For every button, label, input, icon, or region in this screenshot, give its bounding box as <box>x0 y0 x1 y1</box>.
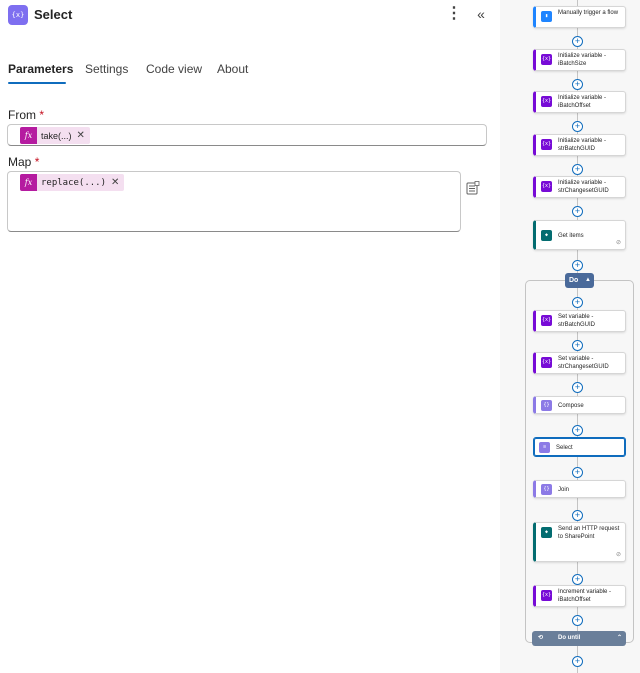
add-step-icon[interactable]: + <box>572 79 583 90</box>
add-step-icon[interactable]: + <box>572 382 583 393</box>
do-label: Do <box>569 277 579 284</box>
chevron-up-icon[interactable]: ⌃ <box>617 631 622 646</box>
from-label: From * <box>8 108 44 122</box>
flow-step-card[interactable]: ▮ Manually trigger a flow <box>533 6 626 28</box>
add-step-icon[interactable]: + <box>572 615 583 626</box>
flow-step-card[interactable]: {x} Initialize variable - strBatchGUID <box>533 134 626 156</box>
flow-step-card[interactable]: ◆ Get items ⊘ <box>533 220 626 250</box>
flow-step-card[interactable]: ◆ Send an HTTP request to SharePoint ⊘ <box>533 522 626 562</box>
flow-step-title: Initialize variable - iBatchSize <box>558 53 607 67</box>
link-icon: ⊘ <box>615 240 621 246</box>
tab-parameters[interactable]: Parameters <box>8 62 73 76</box>
action-properties-panel: {x} Select ⋮ « Parameters Settings Code … <box>0 0 500 673</box>
from-input[interactable]: fx take(...) ✕ <box>7 124 487 146</box>
flow-step-title: Set variable - strChangesetGUID <box>558 356 609 370</box>
add-step-icon[interactable]: + <box>572 260 583 271</box>
variable-icon: {x} <box>541 181 552 192</box>
flow-step-card[interactable]: {} Compose <box>533 396 626 414</box>
flow-step-card[interactable]: {x} Set variable - strChangesetGUID <box>533 352 626 374</box>
flow-step-title: Manually trigger a flow <box>558 10 619 16</box>
add-step-icon[interactable]: + <box>572 121 583 132</box>
flow-step-card[interactable]: ≡ Select <box>533 437 626 457</box>
variable-icon: {x} <box>541 54 552 65</box>
add-step-icon[interactable]: + <box>572 164 583 175</box>
more-options-icon[interactable]: ⋮ <box>446 5 462 23</box>
expression-token[interactable]: fx replace(...) ✕ <box>20 174 125 191</box>
sharepoint-icon: ◆ <box>541 230 552 241</box>
switch-to-text-mode-icon[interactable] <box>466 181 480 195</box>
flow-step-card[interactable]: {x} Set variable - strBatchGUID <box>533 310 626 332</box>
flow-step-card[interactable]: {x} Increment variable - iBatchOffset <box>533 585 626 607</box>
add-step-icon[interactable]: + <box>572 467 583 478</box>
variable-icon: {x} <box>541 139 552 150</box>
map-input[interactable]: fx replace(...) ✕ <box>7 171 461 232</box>
trigger-icon: ▮ <box>541 11 552 22</box>
expression-token[interactable]: fx take(...) ✕ <box>20 127 90 144</box>
flow-step-card[interactable]: {x} Initialize variable - iBatchSize <box>533 49 626 71</box>
flow-designer-canvas: Do ▲ ⟲ Do until ⌃ ▮ Manually trigger a fl… <box>500 0 640 673</box>
flow-step-card[interactable]: {x} Initialize variable - iBatchOffset <box>533 91 626 113</box>
do-until-header[interactable]: ⟲ Do until ⌃ <box>532 631 626 646</box>
flow-step-card[interactable]: {} Join <box>533 480 626 498</box>
flow-step-title: Increment variable - iBatchOffset <box>558 589 612 603</box>
loop-icon: ⟲ <box>538 635 544 641</box>
join-icon: {} <box>541 484 552 495</box>
tab-code-view[interactable]: Code view <box>146 62 202 76</box>
flow-step-title: Initialize variable - iBatchOffset <box>558 95 607 109</box>
variable-icon: {x} <box>541 315 552 326</box>
add-step-icon[interactable]: + <box>572 36 583 47</box>
flow-step-title: Set variable - strBatchGUID <box>558 314 596 328</box>
fx-icon: fx <box>20 127 37 144</box>
sharepoint-icon: ◆ <box>541 527 552 538</box>
select-icon: ≡ <box>539 442 550 453</box>
map-label-text: Map <box>8 155 32 169</box>
remove-token-icon[interactable]: ✕ <box>77 130 90 141</box>
variable-icon: {x} <box>541 590 552 601</box>
map-label: Map * <box>8 155 39 169</box>
add-step-icon[interactable]: + <box>572 656 583 667</box>
collapse-panel-icon[interactable]: « <box>473 4 489 24</box>
active-tab-indicator <box>8 82 66 84</box>
flow-step-title: Initialize variable - strBatchGUID <box>558 138 607 152</box>
required-mark: * <box>34 155 40 169</box>
flow-step-title: Select <box>556 445 573 451</box>
add-step-icon[interactable]: + <box>572 510 583 521</box>
fx-icon: fx <box>20 174 37 191</box>
compose-icon: {} <box>541 400 552 411</box>
link-icon: ⊘ <box>615 552 621 558</box>
variable-icon: {x} <box>541 357 552 368</box>
token-text: replace(...) <box>41 177 107 188</box>
flow-step-card[interactable]: {x} Initialize variable - strChangesetGUI… <box>533 176 626 198</box>
select-action-icon: {x} <box>8 5 28 25</box>
token-text: take(...) <box>41 130 72 141</box>
flow-step-title: Join <box>558 487 570 493</box>
add-step-icon[interactable]: + <box>572 297 583 308</box>
add-step-icon[interactable]: + <box>572 340 583 351</box>
variable-icon: {x} <box>541 96 552 107</box>
do-scope-header[interactable]: Do ▲ <box>565 273 594 288</box>
do-until-label: Do until <box>558 635 581 641</box>
tab-settings[interactable]: Settings <box>85 62 128 76</box>
add-step-icon[interactable]: + <box>572 574 583 585</box>
remove-token-icon[interactable]: ✕ <box>111 177 124 188</box>
tab-about[interactable]: About <box>217 62 248 76</box>
required-mark: * <box>39 108 45 122</box>
flow-step-title: Initialize variable - strChangesetGUID <box>558 180 609 194</box>
flow-step-title: Compose <box>558 403 584 409</box>
chevron-up-icon[interactable]: ▲ <box>585 273 591 288</box>
flow-step-title: Send an HTTP request to SharePoint <box>558 526 620 540</box>
from-label-text: From <box>8 108 36 122</box>
flow-step-title: Get items <box>558 233 584 239</box>
add-step-icon[interactable]: + <box>572 206 583 217</box>
panel-title: Select <box>34 7 73 22</box>
add-step-icon[interactable]: + <box>572 425 583 436</box>
